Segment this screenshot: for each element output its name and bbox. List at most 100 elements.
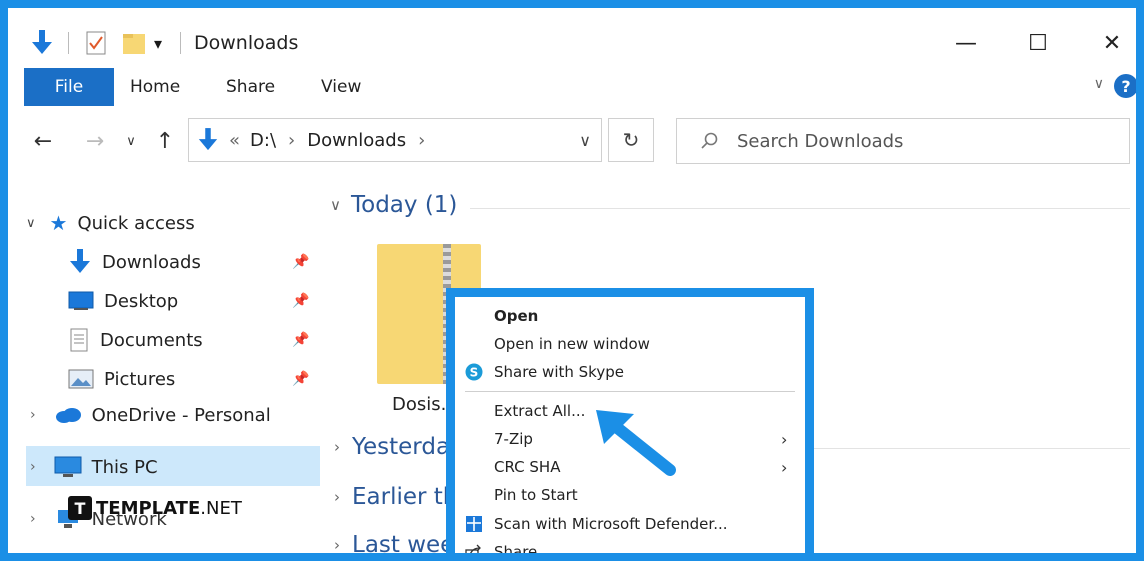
sidebar-item-this-pc[interactable]: › This PC bbox=[30, 450, 158, 484]
up-button[interactable]: ↑ bbox=[152, 124, 178, 158]
sidebar-label: Documents bbox=[100, 329, 203, 351]
help-icon[interactable]: ? bbox=[1114, 74, 1136, 98]
menu-item-label: Share bbox=[494, 543, 538, 561]
pin-icon[interactable]: 📌 bbox=[292, 371, 309, 387]
properties-icon[interactable] bbox=[86, 30, 106, 56]
menu-item-share[interactable]: Share bbox=[455, 538, 805, 561]
divider bbox=[180, 30, 181, 56]
sidebar-item-onedrive[interactable]: › OneDrive - Personal bbox=[30, 398, 271, 432]
address-separator[interactable]: › bbox=[418, 130, 425, 151]
chevron-right-icon[interactable]: › bbox=[334, 438, 340, 456]
download-icon bbox=[197, 128, 219, 152]
chevron-down-icon[interactable]: ∨ bbox=[26, 216, 36, 231]
chevron-right-icon[interactable]: › bbox=[334, 536, 340, 553]
menu-item-label: Share with Skype bbox=[494, 363, 624, 381]
menu-item-label: CRC SHA bbox=[494, 458, 561, 476]
chevron-right-icon: › bbox=[781, 429, 788, 449]
menu-item-pin-to-start[interactable]: Pin to Start bbox=[455, 481, 805, 509]
menu-item-label: Open bbox=[494, 307, 539, 325]
sidebar-label: Quick access bbox=[77, 212, 195, 234]
sidebar-item-pictures[interactable]: Pictures bbox=[68, 362, 175, 396]
new-folder-icon[interactable] bbox=[122, 30, 146, 56]
chevron-down-icon[interactable]: ∨ bbox=[330, 196, 341, 214]
chevron-right-icon[interactable]: › bbox=[30, 511, 36, 527]
sidebar-label: Downloads bbox=[102, 251, 201, 273]
template-logo-icon: T bbox=[68, 496, 92, 520]
pin-icon[interactable]: 📌 bbox=[292, 293, 309, 309]
sidebar-item-desktop[interactable]: Desktop bbox=[68, 284, 178, 318]
forward-button[interactable]: → bbox=[80, 124, 110, 158]
download-icon bbox=[68, 249, 92, 275]
menu-item-label: Open in new window bbox=[494, 335, 650, 353]
sidebar-item-documents[interactable]: Documents bbox=[68, 323, 203, 357]
defender-icon bbox=[465, 515, 483, 533]
sidebar-label: Pictures bbox=[104, 368, 176, 390]
address-bar[interactable]: « D:\ › Downloads › ∨ bbox=[188, 118, 602, 162]
search-icon bbox=[701, 132, 719, 150]
address-overflow[interactable]: « bbox=[229, 130, 240, 151]
chevron-right-icon[interactable]: › bbox=[30, 459, 36, 475]
group-divider bbox=[814, 448, 1130, 449]
desktop-icon bbox=[68, 291, 94, 311]
pin-icon[interactable]: 📌 bbox=[292, 254, 309, 270]
title-bar: ▾ Downloads — ☐ ✕ bbox=[16, 16, 1136, 68]
star-icon: ★ bbox=[49, 211, 68, 235]
search-input[interactable] bbox=[735, 129, 1119, 153]
maximize-button[interactable]: ☐ bbox=[1018, 26, 1058, 60]
pin-icon[interactable]: 📌 bbox=[292, 332, 309, 348]
address-separator[interactable]: › bbox=[288, 130, 295, 151]
search-box[interactable] bbox=[676, 118, 1130, 164]
watermark-suffix: .NET bbox=[200, 497, 242, 519]
address-history-icon[interactable]: ∨ bbox=[579, 131, 591, 150]
pictures-icon bbox=[68, 369, 94, 389]
group-header-today[interactable]: ∨ Today (1) bbox=[330, 192, 1130, 218]
explorer-window: ▾ Downloads — ☐ ✕ File Home Share View ∨… bbox=[0, 0, 1144, 561]
share-icon bbox=[465, 543, 483, 553]
menu-item-open-new-window[interactable]: Open in new window bbox=[455, 330, 805, 358]
address-segment-downloads[interactable]: Downloads bbox=[307, 130, 406, 151]
expand-ribbon-icon[interactable]: ∨ bbox=[1094, 76, 1104, 92]
group-label: Last wee bbox=[352, 532, 455, 558]
menu-separator bbox=[465, 391, 795, 392]
tab-share[interactable]: Share bbox=[226, 68, 275, 106]
annotation-arrow-icon bbox=[596, 410, 676, 476]
group-label: Today (1) bbox=[350, 192, 458, 218]
tab-file[interactable]: File bbox=[24, 68, 114, 106]
chevron-right-icon: › bbox=[781, 457, 788, 477]
group-header-last-week[interactable]: › Last wee bbox=[334, 532, 455, 558]
menu-item-open[interactable]: Open bbox=[455, 302, 805, 330]
cloud-icon bbox=[54, 406, 82, 424]
sidebar-label: OneDrive - Personal bbox=[91, 404, 271, 426]
recent-locations-icon[interactable]: ∨ bbox=[122, 124, 140, 158]
minimize-button[interactable]: — bbox=[946, 26, 986, 60]
file-name[interactable]: Dosis.. bbox=[392, 394, 452, 415]
chevron-right-icon[interactable]: › bbox=[334, 488, 340, 506]
refresh-button[interactable]: ↻ bbox=[608, 118, 654, 162]
menu-item-label: Scan with Microsoft Defender... bbox=[494, 515, 728, 533]
group-label: Yesterda bbox=[352, 434, 451, 460]
back-button[interactable]: ← bbox=[28, 124, 58, 158]
qa-download-icon[interactable] bbox=[30, 30, 54, 56]
sidebar-item-quick-access[interactable]: ∨ ★ Quick access bbox=[26, 206, 195, 240]
group-header-yesterday[interactable]: › Yesterda bbox=[334, 434, 450, 460]
template-watermark: T TEMPLATE .NET bbox=[68, 496, 242, 520]
sidebar-label: This PC bbox=[91, 456, 158, 478]
computer-icon bbox=[54, 456, 82, 478]
watermark-brand: TEMPLATE bbox=[96, 497, 201, 519]
document-icon bbox=[68, 328, 90, 352]
menu-item-label: 7-Zip bbox=[494, 430, 533, 448]
group-header-earlier[interactable]: › Earlier th bbox=[334, 484, 457, 510]
tab-home[interactable]: Home bbox=[130, 68, 180, 106]
tab-view[interactable]: View bbox=[321, 68, 361, 106]
group-divider bbox=[470, 208, 1130, 209]
sidebar-label: Desktop bbox=[104, 290, 179, 312]
ribbon-tabs: File Home Share View ∨ ? bbox=[16, 68, 1136, 108]
chevron-right-icon[interactable]: › bbox=[30, 407, 36, 423]
sidebar-item-downloads[interactable]: Downloads bbox=[68, 245, 201, 279]
address-segment-drive[interactable]: D:\ bbox=[250, 130, 276, 151]
close-button[interactable]: ✕ bbox=[1092, 26, 1132, 60]
menu-item-share-skype[interactable]: S Share with Skype bbox=[455, 358, 805, 386]
window-title: Downloads bbox=[194, 32, 299, 54]
menu-item-scan-defender[interactable]: Scan with Microsoft Defender... bbox=[455, 510, 805, 538]
customize-qa-icon[interactable]: ▾ bbox=[154, 30, 162, 56]
